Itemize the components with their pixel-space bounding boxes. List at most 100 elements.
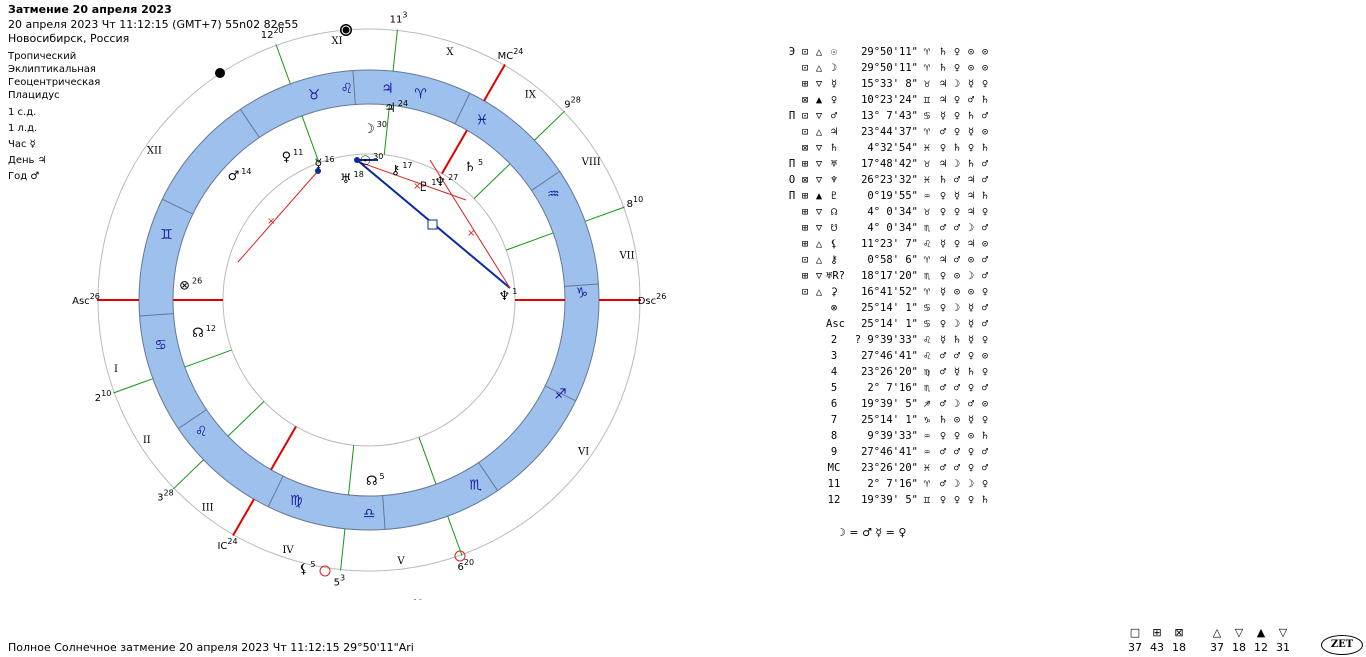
cell-tri: ▽ [815, 158, 823, 170]
cell-lord: ♄ [967, 158, 975, 170]
cell-sym: ♄ [830, 142, 838, 154]
cell-lord: ♄ [981, 494, 989, 506]
cell-lord: ♂ [939, 350, 947, 362]
cell-tri: ▽ [815, 110, 823, 122]
table-row: ⊡ △ ☽ 29°50'11" ♈ ♄ ♀ ⊙ ⊙ [786, 60, 992, 76]
cell-lord: ☿ [939, 334, 947, 346]
cell-lord: ♄ [981, 430, 989, 442]
cell-lord: ♃ [939, 158, 947, 170]
cell-lord: ♂ [953, 446, 961, 458]
cell-lord: ♀ [939, 494, 947, 506]
cell-lord: ☽ [953, 398, 961, 410]
cell-sym: ☉ [830, 46, 838, 58]
cell-pos: 27°46'41" [861, 350, 918, 362]
cell-tri: △ [815, 286, 823, 298]
stat-value: 18 [1232, 641, 1246, 654]
planet-degree: 5 [380, 472, 385, 481]
cell-sym: ♀ [830, 94, 838, 106]
cell-box: ⊡ [801, 254, 809, 266]
cell-pos: 19°39' 5" [861, 494, 918, 506]
cusp-label: MC24 [498, 47, 524, 62]
square-icon: □ [1129, 626, 1141, 639]
cell-sign: ♌ [923, 238, 931, 250]
cell-sign: ♉ [923, 78, 931, 90]
cell-lord: ♂ [981, 302, 989, 314]
stat-value: 18 [1172, 641, 1186, 654]
cell-lord: ♀ [981, 334, 989, 346]
cell-lord: ♀ [939, 206, 947, 218]
cell-sym: ⚳ [830, 286, 838, 298]
cell-lord: ☿ [967, 334, 975, 346]
planet-icon: ⚸ 5 [299, 560, 316, 577]
cell-pos: 18°17'20" [861, 270, 918, 282]
cusp-line-outer [232, 498, 255, 537]
cell-lord: ⊙ [953, 286, 961, 298]
cell-sym: 12 [827, 494, 841, 506]
cell-lord: ♀ [939, 142, 947, 154]
cell-tri: ▽ [815, 142, 823, 154]
cell-lord: ♃ [967, 206, 975, 218]
cell-sym: 3 [830, 350, 838, 362]
svg-text:×: × [267, 216, 275, 227]
natal-wheel[interactable]: × × × IIIIIIIVVVIVIIVIIIIXXXIXII Asc2621… [0, 0, 780, 600]
cell-lord: ⊙ [981, 350, 989, 362]
cell-lord: ♂ [981, 110, 989, 122]
house-number-label: III [202, 502, 214, 513]
cell-box: ⊞ [801, 206, 809, 218]
cell-lord: ♀ [953, 206, 961, 218]
house-number-label: XI [332, 36, 343, 47]
cell-lord: ♂ [953, 382, 961, 394]
cell-lord: ♀ [967, 382, 975, 394]
cell-lord: ♀ [953, 494, 961, 506]
cell-lord: ♀ [953, 126, 961, 138]
cell-sym: Asc [826, 318, 845, 330]
cell-sign: ♒ [923, 190, 931, 202]
cusp-label: 1220 [261, 26, 284, 41]
cell-sign: ♋ [923, 318, 931, 330]
positions-table: Э ⊡ △ ☉ 29°50'11" ♈ ♄ ♀ ⊙ ⊙ ⊡ △ ☽ 29°50'11" ♈ ♄ ♀ ⊙ ⊙ ⊞ ▽ ☿ 15… [786, 44, 992, 508]
cusp-line-outer [584, 206, 625, 222]
cell-sign: ♉ [923, 206, 931, 218]
cell-pos: 19°39' 5" [861, 398, 918, 410]
table-row: ⊠ ▲ ♀ 10°23'24" ♊ ♃ ♀ ♂ ♄ [786, 92, 992, 108]
cusp-label: Asc26 [72, 292, 100, 307]
cell-lord: ♂ [939, 478, 947, 490]
cell-pos: 29°50'11" [861, 46, 918, 58]
house-number-label: VII [618, 251, 634, 262]
cell-pos: 13° 7'43" [861, 110, 918, 122]
cell-sign: ♈ [923, 46, 931, 58]
cell-sym: ♂ [830, 110, 838, 122]
cell-tri: ▽ [815, 174, 823, 186]
planet-degree: 5 [310, 560, 315, 569]
cell-pos: 26°23'32" [861, 174, 918, 186]
zodiac-sign-icon: ♑ [576, 286, 589, 302]
cell-lord: ♂ [981, 174, 989, 186]
stat-value: 12 [1254, 641, 1268, 654]
cell-pos: 29°50'11" [861, 62, 918, 74]
footer-caption: Полное Солнечное затмение 20 апреля 2023… [8, 641, 414, 654]
cell-pos: 0°19'55" [867, 190, 918, 202]
planet-degree: 12 [206, 324, 216, 333]
cell-sym: 2 [830, 334, 838, 346]
cell-lord: ♂ [939, 366, 947, 378]
cusp-label: 928 [564, 95, 581, 110]
planet-degree: 26 [192, 276, 202, 285]
table-row: MC 23°26'20" ♓ ♂ ♂ ♀ ♂ [786, 460, 992, 476]
cell-pos: 9°39'33" [867, 430, 918, 442]
zet-logo[interactable]: ZET [1321, 635, 1363, 655]
cell-box: ⊞ [801, 222, 809, 234]
table-row: 2 ? 9°39'33" ♌ ☿ ♄ ☿ ♀ [786, 332, 992, 348]
cusp-degree: 20 [464, 558, 474, 567]
cell-pos: 0°58' 6" [867, 254, 918, 266]
zodiac-sign-icon: ♉ [308, 87, 321, 103]
cell-lord: ☿ [967, 414, 975, 426]
house-number-label: II [143, 435, 151, 446]
cell-lord: ☽ [967, 222, 975, 234]
cell-sign: ♓ [923, 462, 931, 474]
cell-sign: ♒ [923, 446, 931, 458]
table-row: 11 2° 7'16" ♈ ♂ ☽ ☽ ♀ [786, 476, 992, 492]
table-row: 8 9°39'33" ♒ ♀ ♀ ⊙ ♄ [786, 428, 992, 444]
cell-tri: ▽ [815, 222, 823, 234]
table-row: 12 19°39' 5" ♊ ♀ ♀ ♀ ♄ [786, 492, 992, 508]
cell-lord: ♂ [981, 254, 989, 266]
